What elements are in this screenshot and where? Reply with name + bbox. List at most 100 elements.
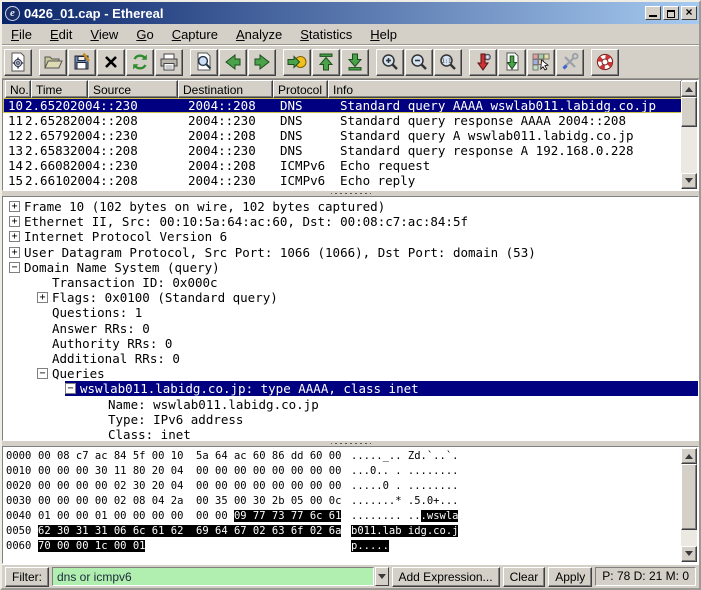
tree-item[interactable]: +Frame 10 (102 bytes on wire, 102 bytes … <box>3 199 698 214</box>
cell-info: Echo request <box>340 158 682 173</box>
tree-item-label: Class: inet <box>108 427 191 441</box>
maximize-button[interactable] <box>663 6 679 20</box>
collapse-icon[interactable]: − <box>9 262 20 273</box>
tree-item[interactable]: +User Datagram Protocol, Src Port: 1066 … <box>3 245 698 260</box>
zoom-in-button[interactable] <box>376 49 404 76</box>
menu-item-help[interactable]: Help <box>361 25 406 44</box>
clear-button[interactable]: Clear <box>503 567 546 587</box>
find-packet-button[interactable] <box>190 49 218 76</box>
display-filter-button[interactable] <box>498 49 526 76</box>
menu-item-file[interactable]: File <box>2 25 41 44</box>
go-top-button[interactable] <box>312 49 340 76</box>
menu-item-analyze[interactable]: Analyze <box>227 25 291 44</box>
column-header-protocol[interactable]: Protocol <box>273 80 328 98</box>
tree-item[interactable]: +Flags: 0x0100 (Standard query) <box>3 290 698 305</box>
menu-item-view[interactable]: View <box>81 25 127 44</box>
expand-icon[interactable]: + <box>9 201 20 212</box>
cell-destination: 2004::230 <box>188 143 280 158</box>
preferences-button[interactable] <box>556 49 584 76</box>
collapse-icon[interactable]: − <box>37 368 48 379</box>
zoom-out-button[interactable] <box>405 49 433 76</box>
hex-row[interactable]: 006070 00 00 1c 00 01p..... <box>3 539 698 554</box>
filter-button[interactable]: Filter: <box>5 567 49 587</box>
zoom-100-button[interactable]: 1:1 <box>434 49 462 76</box>
hex-row[interactable]: 002000 00 00 00 02 30 20 04 00 00 00 00 … <box>3 479 698 494</box>
scroll-thumb[interactable] <box>681 464 697 530</box>
filter-input[interactable] <box>52 567 374 586</box>
arrow-up-icon <box>685 83 693 92</box>
apply-button[interactable]: Apply <box>548 567 592 587</box>
go-bottom-button[interactable] <box>341 49 369 76</box>
capture-options-button[interactable] <box>4 49 32 76</box>
tree-item[interactable]: Class: inet <box>3 427 698 441</box>
tree-item-label: Additional RRs: 0 <box>52 351 180 366</box>
column-header-destination[interactable]: Destination <box>178 80 273 98</box>
tree-item[interactable]: −Queries <box>3 366 698 381</box>
goto-packet-button[interactable] <box>283 49 311 76</box>
menu-item-statistics[interactable]: Statistics <box>291 25 361 44</box>
tree-item[interactable]: +Ethernet II, Src: 00:10:5a:64:ac:60, Ds… <box>3 214 698 229</box>
menu-item-capture[interactable]: Capture <box>163 25 227 44</box>
tree-item[interactable]: −wswlab011.labidg.co.jp: type AAAA, clas… <box>3 381 698 396</box>
column-header-info[interactable]: Info <box>328 80 682 98</box>
menu-item-go[interactable]: Go <box>127 25 162 44</box>
tree-item[interactable]: −Domain Name System (query) <box>3 260 698 275</box>
scroll-down-button[interactable] <box>681 173 697 189</box>
column-header-time[interactable]: Time <box>31 80 88 98</box>
add-expression-button[interactable]: Add Expression... <box>392 567 500 587</box>
close-file-button[interactable] <box>97 49 125 76</box>
tree-item[interactable]: +Internet Protocol Version 6 <box>3 229 698 244</box>
menu-item-edit[interactable]: Edit <box>41 25 81 44</box>
column-header-source[interactable]: Source <box>88 80 178 98</box>
scroll-track[interactable] <box>681 97 697 173</box>
scroll-down-button[interactable] <box>681 546 697 562</box>
tree-item[interactable]: Additional RRs: 0 <box>3 351 698 366</box>
packet-row[interactable]: 112.65282004::2082004::230DNSStandard qu… <box>3 113 682 128</box>
scroll-track[interactable] <box>681 464 697 546</box>
packet-row[interactable]: 122.65792004::2302004::208DNSStandard qu… <box>3 128 682 143</box>
hex-dump-scrollbar[interactable] <box>681 448 697 562</box>
tree-item[interactable]: Name: wswlab011.labidg.co.jp <box>3 396 698 411</box>
hex-row[interactable]: 000000 08 c7 ac 84 5f 00 10 5a 64 ac 60 … <box>3 449 698 464</box>
main-toolbar: 1:1 <box>2 45 699 79</box>
hex-offset: 0020 <box>6 479 38 494</box>
status-counts: P: 78 D: 21 M: 0 <box>595 567 696 586</box>
help-button[interactable] <box>591 49 619 76</box>
capture-filter-button[interactable] <box>469 49 497 76</box>
tree-item[interactable]: Answer RRs: 0 <box>3 321 698 336</box>
hex-row[interactable]: 005062 30 31 31 06 6c 61 62 69 64 67 02 … <box>3 524 698 539</box>
tree-item[interactable]: Transaction ID: 0x000c <box>3 275 698 290</box>
expand-icon[interactable]: + <box>9 216 20 227</box>
scroll-thumb[interactable] <box>681 97 697 127</box>
packet-row[interactable]: 132.65832004::2082004::230DNSStandard qu… <box>3 143 682 158</box>
expand-icon[interactable]: + <box>37 292 48 303</box>
cell-no: 11 <box>8 113 25 128</box>
coloring-rules-button[interactable] <box>527 49 555 76</box>
reload-button[interactable] <box>126 49 154 76</box>
expand-icon[interactable]: + <box>9 247 20 258</box>
packet-row[interactable]: 152.66102004::2082004::230ICMPv6Echo rep… <box>3 173 682 188</box>
print-button[interactable] <box>155 49 183 76</box>
hex-row[interactable]: 003000 00 00 00 02 08 04 2a 00 35 00 30 … <box>3 494 698 509</box>
tree-item[interactable]: Questions: 1 <box>3 305 698 320</box>
column-header-no[interactable]: No. <box>5 80 31 98</box>
scroll-up-button[interactable] <box>681 81 697 97</box>
packet-row[interactable]: 142.66082004::2302004::208ICMPv6Echo req… <box>3 158 682 173</box>
go-back-button[interactable] <box>219 49 247 76</box>
tree-item[interactable]: Type: IPv6 address <box>3 412 698 427</box>
scroll-up-button[interactable] <box>681 448 697 464</box>
packet-list-scrollbar[interactable] <box>681 81 697 189</box>
close-button[interactable]: × <box>681 6 697 20</box>
title-bar[interactable]: e 0426_01.cap - Ethereal × <box>2 2 699 24</box>
minimize-button[interactable] <box>645 6 661 20</box>
hex-row[interactable]: 001000 00 00 30 11 80 20 04 00 00 00 00 … <box>3 464 698 479</box>
go-forward-button[interactable] <box>248 49 276 76</box>
collapse-icon[interactable]: − <box>65 383 76 394</box>
filter-dropdown-button[interactable] <box>375 567 389 586</box>
expand-icon[interactable]: + <box>9 231 20 242</box>
tree-item[interactable]: Authority RRs: 0 <box>3 336 698 351</box>
save-button[interactable] <box>68 49 96 76</box>
open-button[interactable] <box>39 49 67 76</box>
packet-row[interactable]: 102.65202004::2302004::208DNSStandard qu… <box>3 98 682 113</box>
hex-row[interactable]: 004001 00 00 01 00 00 00 00 00 00 09 77 … <box>3 509 698 524</box>
